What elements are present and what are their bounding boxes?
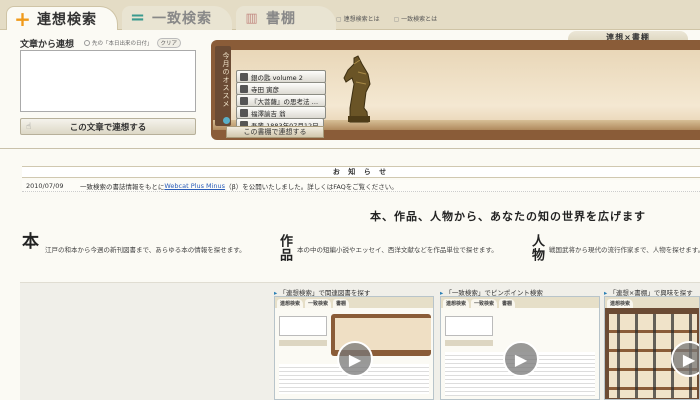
book-title: 福澤諭吉 翁 bbox=[251, 109, 286, 118]
help-link-rensou[interactable]: 連想検索とは bbox=[336, 14, 380, 23]
tab-shodana[interactable]: ▥ 書棚 bbox=[236, 6, 336, 30]
monthly-recommend-label: 今月のオススメ bbox=[222, 51, 230, 108]
play-icon[interactable]: ▶ bbox=[503, 341, 539, 377]
tab-itchi-kensaku[interactable]: = 一致検索 bbox=[122, 6, 232, 30]
video-tab: 連想検索 bbox=[607, 299, 634, 308]
divider bbox=[0, 148, 700, 149]
bookshelf-icon: ▥ bbox=[245, 10, 259, 26]
video-tab: 書棚 bbox=[333, 299, 350, 308]
book-title: 銀の匙 volume 2 bbox=[251, 73, 303, 82]
video-tab: 連想検索 bbox=[443, 299, 470, 308]
video-thumbnail[interactable]: 連想検索 一致検索 書棚 ▶ bbox=[274, 296, 434, 400]
preview-button bbox=[279, 340, 327, 346]
rensou-panel-title: 文章から連想 bbox=[20, 39, 75, 50]
feature-desc: 戦国武将から現代の流行作家まで、人物を探せます。 bbox=[549, 246, 700, 254]
video-thumbnail[interactable]: 連想検索 一致検索 書棚 ▶ bbox=[440, 296, 600, 400]
horse-bookend-icon bbox=[343, 55, 371, 123]
video-thumbnail[interactable]: 連想検索 ▶ bbox=[604, 296, 700, 400]
top-tab-bar: + 連想検索 = 一致検索 ▥ 書棚 連想検索とは 一致検索とは bbox=[0, 0, 700, 30]
rensou-text-input[interactable] bbox=[20, 50, 196, 112]
play-icon[interactable]: ▶ bbox=[337, 341, 373, 377]
equals-icon: = bbox=[129, 7, 147, 28]
rensou-submit-label: この文章で連想する bbox=[69, 122, 147, 133]
date-option-label: 先の「本日出来の日付」 bbox=[92, 41, 153, 47]
option-radio[interactable] bbox=[84, 40, 91, 46]
feature-title: 人物 bbox=[529, 234, 544, 262]
play-icon[interactable]: ▶ bbox=[671, 341, 699, 377]
pointer-icon: ☝ bbox=[26, 121, 32, 132]
video-tabs: 連想検索 一致検索 書棚 bbox=[275, 297, 433, 308]
video-tabs: 連想検索 bbox=[605, 297, 699, 308]
recommend-dot-icon bbox=[222, 117, 230, 125]
notice-item: 2010/07/09 一致検索の書誌情報をもとに Webcat Plus Min… bbox=[22, 180, 700, 192]
notice-text-after: （β）を公開いたしました。詳しくはFAQをご覧ください。 bbox=[225, 182, 398, 191]
feature-book: 本 江戸の和本から今週の新刊図書まで、あらゆる本の情報を探せます。 bbox=[22, 234, 246, 270]
book-icon bbox=[240, 84, 248, 93]
book-title: 寺田 寅彦 bbox=[251, 85, 280, 94]
book-icon bbox=[240, 108, 248, 117]
video-tab: 連想検索 bbox=[277, 299, 304, 308]
preview-textarea bbox=[445, 316, 493, 336]
book-icon bbox=[240, 72, 248, 81]
feature-title: 作品 bbox=[277, 234, 292, 262]
help-link-itchi[interactable]: 一致検索とは bbox=[394, 14, 437, 23]
notice-link[interactable]: Webcat Plus Minus bbox=[164, 182, 225, 190]
tab-label: 書棚 bbox=[266, 11, 296, 27]
feature-desc: 江戸の和本から今週の新刊図書まで、あらゆる本の情報を探せます。 bbox=[45, 246, 246, 254]
monthly-recommend-tab[interactable]: 今月のオススメ bbox=[215, 46, 231, 126]
tab-label: 連想検索 bbox=[37, 11, 97, 28]
tab-label: 一致検索 bbox=[152, 11, 212, 27]
book-icon bbox=[240, 96, 248, 105]
video-tab: 一致検索 bbox=[305, 299, 332, 308]
top-help-links: 連想検索とは 一致検索とは bbox=[336, 14, 438, 23]
tagline: 本、作品、人物から、あなたの知の世界を広げます bbox=[370, 210, 646, 223]
feature-title: 本 bbox=[22, 232, 39, 252]
shelf-rensou-button[interactable]: この書棚で連想する bbox=[226, 126, 324, 138]
notice-text: 一致検索の書誌情報をもとに bbox=[80, 182, 165, 191]
preview-button bbox=[445, 340, 493, 346]
date-option[interactable]: 先の「本日出来の日付」 bbox=[84, 39, 153, 47]
video-tab: 書棚 bbox=[499, 299, 516, 308]
feature-work: 作品 本の中の短編小説やエッセイ、西洋文献などを作品単位で探せます。 bbox=[277, 234, 498, 270]
rensou-submit-button[interactable]: ☝ この文章で連想する bbox=[20, 118, 196, 135]
rensou-panel: 文章から連想 先の「本日出来の日付」 クリア ☝ この文章で連想する bbox=[20, 36, 196, 138]
preview-textarea bbox=[279, 316, 327, 336]
notice-heading: お 知 ら せ bbox=[22, 166, 700, 178]
tab-rensou-kensaku[interactable]: + 連想検索 bbox=[6, 6, 118, 30]
book-title: 『大菩薩』の思考法 … bbox=[251, 97, 319, 106]
video-tab: 一致検索 bbox=[471, 299, 498, 308]
clear-button[interactable]: クリア bbox=[156, 38, 182, 48]
video-tabs: 連想検索 一致検索 書棚 bbox=[441, 297, 599, 308]
feature-desc: 本の中の短編小説やエッセイ、西洋文献などを作品単位で探せます。 bbox=[297, 246, 498, 254]
feature-person: 人物 戦国武将から現代の流行作家まで、人物を探せます。 bbox=[529, 234, 700, 270]
notice-date: 2010/07/09 bbox=[26, 181, 64, 190]
plus-icon: + bbox=[14, 6, 32, 31]
